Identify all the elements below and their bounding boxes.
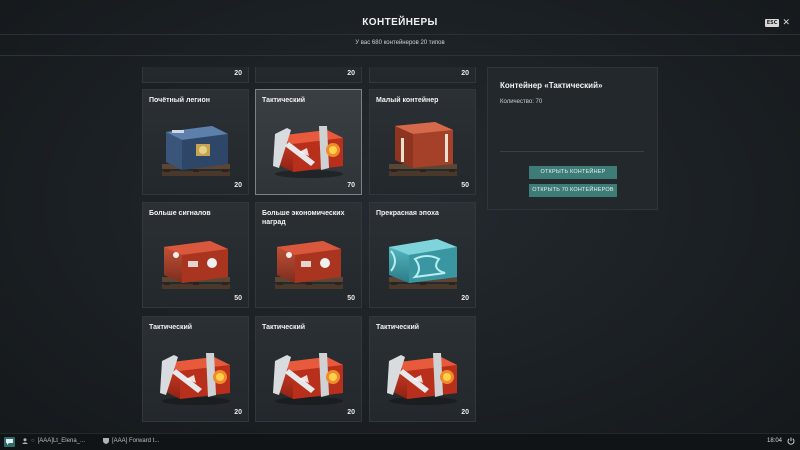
card-count: 20 bbox=[347, 409, 355, 416]
header-divider bbox=[0, 34, 800, 35]
container-tactical-icon bbox=[383, 339, 463, 407]
chat-icon bbox=[6, 439, 13, 445]
esc-key-hint: ESC bbox=[764, 18, 780, 27]
card-count: 50 bbox=[347, 295, 355, 302]
page-title: КОНТЕЙНЕРЫ bbox=[362, 17, 438, 28]
container-grid: 20 20 20 Почётный легион 20 Тактический … bbox=[142, 67, 476, 423]
container-card-partial[interactable]: 20 bbox=[369, 67, 476, 83]
card-count: 20 bbox=[347, 70, 355, 77]
card-count: 20 bbox=[461, 295, 469, 302]
container-tactical-icon bbox=[269, 112, 349, 180]
container-signals-icon bbox=[156, 225, 236, 293]
card-count: 20 bbox=[461, 70, 469, 77]
container-tactical-icon bbox=[269, 339, 349, 407]
player-name-label: [AAA]Lt_Elena_... bbox=[37, 438, 85, 444]
card-count: 50 bbox=[234, 295, 242, 302]
container-card-belle-epoque[interactable]: Прекрасная эпоха 20 bbox=[369, 202, 476, 308]
clock: 18:04 bbox=[766, 438, 782, 444]
card-count: 20 bbox=[461, 409, 469, 416]
card-count: 70 bbox=[347, 182, 355, 189]
container-card-tactical[interactable]: Тактический 20 bbox=[369, 316, 476, 422]
container-summary: У вас 680 контейнеров 20 типов bbox=[355, 40, 445, 46]
card-name: Прекрасная эпоха bbox=[376, 210, 439, 217]
clan-shield-icon bbox=[103, 438, 109, 444]
card-count: 20 bbox=[234, 182, 242, 189]
container-details-panel: Контейнер «Тактический» Количество: 70 О… bbox=[487, 67, 658, 210]
header: КОНТЕЙНЕРЫ У вас 680 контейнеров 20 типо… bbox=[0, 0, 800, 56]
card-count: 20 bbox=[234, 409, 242, 416]
card-name: Почётный легион bbox=[149, 97, 210, 104]
details-divider bbox=[500, 151, 644, 152]
open-container-button[interactable]: ОТКРЫТЬ КОНТЕЙНЕР bbox=[529, 166, 617, 179]
card-count: 20 bbox=[234, 70, 242, 77]
card-name: Тактический bbox=[376, 324, 420, 331]
card-name: Малый контейнер bbox=[376, 97, 439, 104]
power-button[interactable] bbox=[787, 437, 795, 447]
details-title: Контейнер «Тактический» bbox=[500, 81, 603, 90]
container-card-partial[interactable]: 20 bbox=[142, 67, 249, 83]
container-card-small[interactable]: Малый контейнер 50 bbox=[369, 89, 476, 195]
container-card-partial[interactable]: 20 bbox=[255, 67, 362, 83]
container-card-tactical[interactable]: Тактический 20 bbox=[255, 316, 362, 422]
player-name[interactable]: ○ [AAA]Lt_Elena_... bbox=[22, 438, 85, 444]
power-icon bbox=[787, 437, 795, 445]
status-bar: ○ [AAA]Lt_Elena_... [AAA] Forward t... 1… bbox=[0, 433, 800, 450]
close-icon[interactable]: ✕ bbox=[782, 18, 790, 27]
clan-name[interactable]: [AAA] Forward t... bbox=[103, 438, 159, 444]
card-name: Тактический bbox=[262, 97, 306, 104]
card-name: Больше сигналов bbox=[149, 210, 211, 217]
container-card-tactical[interactable]: Тактический 20 bbox=[142, 316, 249, 422]
container-economic-icon bbox=[269, 225, 349, 293]
container-tactical-icon bbox=[156, 339, 236, 407]
chat-button[interactable] bbox=[4, 437, 15, 447]
player-status-icon: ○ bbox=[31, 438, 35, 444]
clan-name-label: [AAA] Forward t... bbox=[112, 438, 160, 444]
open-all-containers-button[interactable]: ОТКРЫТЬ 70 КОНТЕЙНЕРОВ bbox=[529, 184, 617, 197]
container-card-economic[interactable]: Больше экономических наград 50 bbox=[255, 202, 362, 308]
container-card-legion[interactable]: Почётный легион 20 bbox=[142, 89, 249, 195]
container-belle-epoque-icon bbox=[383, 225, 463, 293]
container-small-icon bbox=[383, 112, 463, 180]
container-card-tactical-selected[interactable]: Тактический 70 bbox=[255, 89, 362, 195]
close-button[interactable]: ESC ✕ bbox=[764, 18, 790, 27]
details-quantity: Количество: 70 bbox=[500, 99, 543, 105]
card-name: Тактический bbox=[149, 324, 193, 331]
container-legion-icon bbox=[156, 112, 236, 180]
card-name: Тактический bbox=[262, 324, 306, 331]
card-count: 50 bbox=[461, 182, 469, 189]
container-card-signals[interactable]: Больше сигналов 50 bbox=[142, 202, 249, 308]
person-icon bbox=[22, 438, 28, 444]
